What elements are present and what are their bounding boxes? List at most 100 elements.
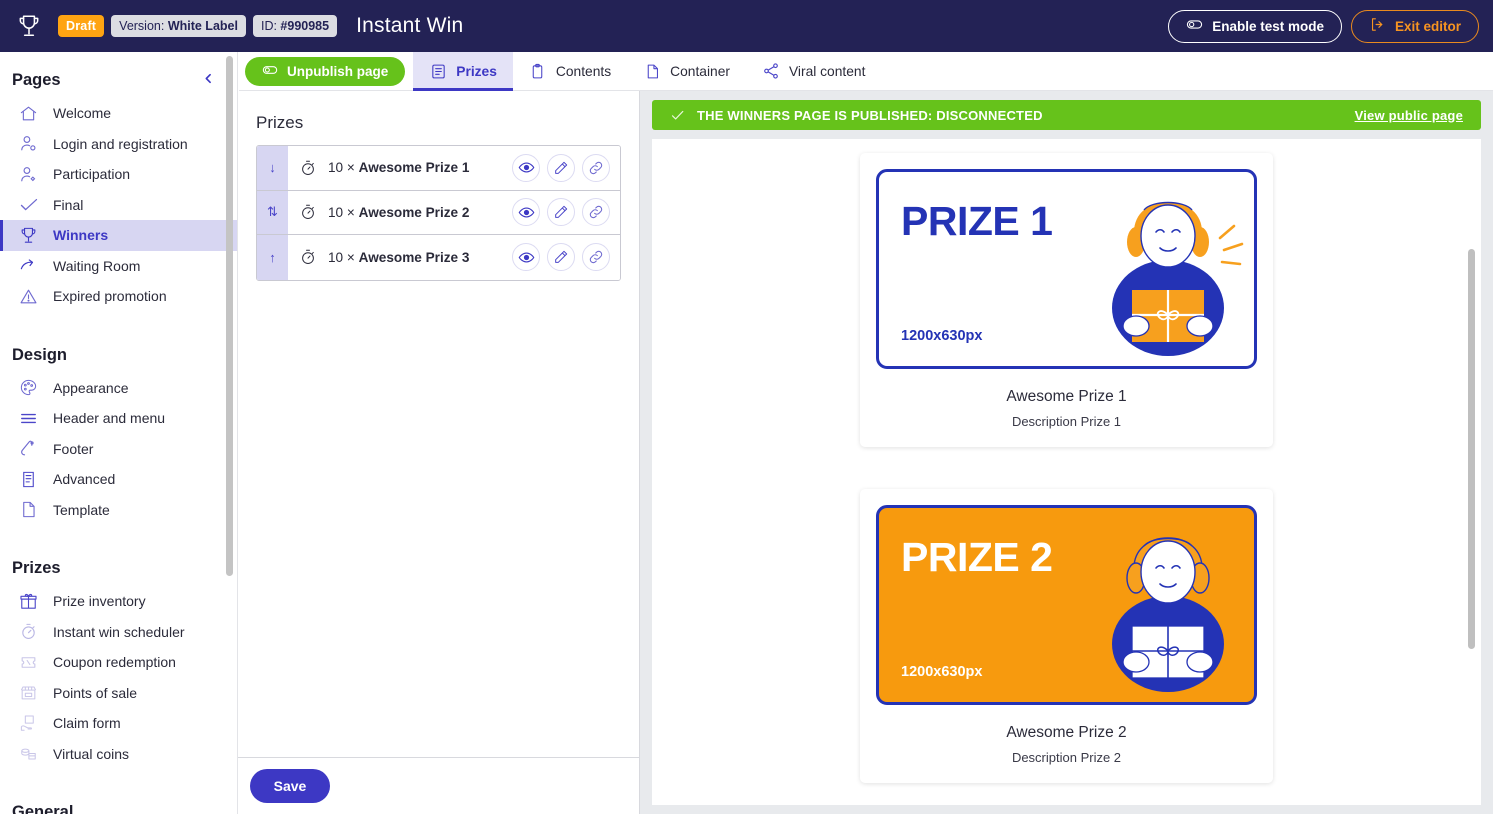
sidebar-item-welcome[interactable]: Welcome	[0, 98, 237, 129]
prize-banner-dimensions: 1200x630px	[901, 664, 983, 680]
sidebar-section-label: Pages	[12, 70, 61, 89]
sidebar-item-template[interactable]: Template	[0, 495, 237, 526]
hand-form-icon	[18, 713, 39, 734]
sidebar-scrollbar-thumb[interactable]	[226, 56, 233, 576]
edit-prize-button[interactable]	[547, 243, 575, 272]
version-value: White Label	[167, 19, 238, 33]
unpublish-page-button[interactable]: Unpublish page	[245, 56, 406, 86]
footer-icon	[18, 438, 39, 459]
exit-editor-button[interactable]: Exit editor	[1350, 9, 1479, 43]
preview-prize-button[interactable]	[512, 153, 540, 182]
table-row[interactable]: ⇅ 10 × Awesome Prize 2	[257, 190, 620, 235]
sidebar-item-expired-promotion[interactable]: Expired promotion	[0, 281, 237, 312]
prize-quantity: 10	[328, 249, 344, 265]
link-prize-button[interactable]	[582, 198, 610, 227]
draft-badge: Draft	[58, 15, 105, 37]
sidebar-item-waiting-room[interactable]: Waiting Room	[0, 251, 237, 282]
preview-prize-button[interactable]	[512, 243, 540, 272]
user-login-icon	[18, 133, 39, 154]
sidebar-item-coupon-redemption[interactable]: Coupon redemption	[0, 647, 237, 678]
sidebar-item-appearance[interactable]: Appearance	[0, 373, 237, 404]
sidebar-scroll-area: Pages Welcome Login and registration Par…	[0, 52, 237, 814]
tab-contents[interactable]: Contents	[513, 52, 627, 91]
row-actions	[512, 243, 620, 272]
chevron-left-icon[interactable]	[202, 70, 223, 90]
tab-container-label: Container	[670, 63, 730, 79]
tab-viral-content[interactable]: Viral content	[746, 52, 881, 91]
document-code-icon	[18, 469, 39, 490]
tab-prizes[interactable]: Prizes	[413, 51, 513, 91]
tab-viral-content-label: Viral content	[788, 63, 866, 79]
preview-prize-button[interactable]	[512, 198, 540, 227]
trophy-icon	[18, 225, 39, 246]
sidebar-item-label: Final	[53, 196, 84, 213]
sidebar-item-label: Footer	[53, 440, 94, 457]
page-icon	[18, 499, 39, 520]
edit-prize-button[interactable]	[547, 153, 575, 182]
stopwatch-icon	[299, 203, 318, 222]
table-row[interactable]: ↑ 10 × Awesome Prize 3	[257, 235, 620, 280]
sidebar-item-prize-inventory[interactable]: Prize inventory	[0, 586, 237, 617]
prize-separator: ×	[343, 249, 359, 265]
save-button[interactable]: Save	[250, 769, 330, 803]
tab-contents-label: Contents	[555, 63, 612, 79]
main-body: Pages Welcome Login and registration Par…	[0, 52, 1493, 814]
sidebar-item-winners[interactable]: Winners	[0, 220, 237, 251]
arrow-up-icon[interactable]: ↑	[257, 235, 288, 280]
prize-card-title: Awesome Prize 2	[1006, 724, 1127, 741]
sidebar-item-label: Prize inventory	[53, 593, 146, 610]
exit-arrow-icon	[1369, 16, 1386, 36]
stopwatch-icon	[299, 158, 318, 177]
prizes-panel-content: Prizes ↓ 10 × Awesome Prize 1 ⇅ 10 × Awe…	[238, 91, 639, 757]
preview-scroll-area: PRIZE 1 1200x630px Awesome Prize 1 Descr…	[652, 139, 1481, 805]
sidebar-item-label: Coupon redemption	[53, 654, 176, 671]
prize-card-title: Awesome Prize 1	[1006, 388, 1127, 405]
sidebar-section-label: Prizes	[12, 559, 61, 577]
sidebar-section-pages-title: Pages	[0, 52, 237, 98]
sidebar-item-virtual-coins[interactable]: Virtual coins	[0, 739, 237, 770]
sidebar-item-login-and-registration[interactable]: Login and registration	[0, 129, 237, 160]
exit-editor-label: Exit editor	[1394, 18, 1461, 34]
list-item[interactable]: PRIZE 1 1200x630px Awesome Prize 1 Descr…	[860, 153, 1273, 447]
prize-quantity: 10	[328, 204, 344, 220]
unpublish-page-label: Unpublish page	[287, 63, 389, 79]
check-icon	[670, 108, 685, 123]
list-item[interactable]: PRIZE 2 1200x630px Awesome Prize 2 Descr…	[860, 489, 1273, 783]
editor-tabbar: Unpublish page Prizes Contents Container…	[239, 51, 1493, 91]
sidebar-item-header-and-menu[interactable]: Header and menu	[0, 403, 237, 434]
sidebar-item-label: Claim form	[53, 715, 121, 732]
sidebar-item-points-of-sale[interactable]: Points of sale	[0, 678, 237, 709]
arrow-up-down-icon[interactable]: ⇅	[257, 190, 288, 234]
preview-scrollbar[interactable]	[1468, 139, 1478, 805]
warning-triangle-icon	[18, 286, 39, 307]
preview-scrollbar-thumb[interactable]	[1468, 249, 1475, 649]
prize-row-label: 10 × Awesome Prize 1	[328, 160, 469, 175]
sidebar-item-advanced[interactable]: Advanced	[0, 464, 237, 495]
sidebar-item-claim-form[interactable]: Claim form	[0, 708, 237, 739]
view-public-page-link[interactable]: View public page	[1355, 108, 1463, 123]
prize-list: ↓ 10 × Awesome Prize 1 ⇅ 10 × Awesome Pr…	[256, 145, 621, 281]
edit-prize-button[interactable]	[547, 198, 575, 227]
tab-container[interactable]: Container	[627, 52, 746, 91]
id-prefix: ID:	[260, 19, 281, 33]
publish-status-text: THE WINNERS PAGE IS PUBLISHED: DISCONNEC…	[697, 107, 1043, 123]
link-prize-button[interactable]	[582, 243, 610, 272]
sidebar-item-footer[interactable]: Footer	[0, 434, 237, 465]
id-value: #990985	[280, 19, 330, 33]
sidebar-section-label: General	[12, 803, 74, 814]
app-root: Draft Version: White Label ID: #990985 I…	[0, 0, 1493, 814]
table-row[interactable]: ↓ 10 × Awesome Prize 1	[257, 146, 620, 191]
sidebar-item-instant-win-scheduler[interactable]: Instant win scheduler	[0, 617, 237, 648]
prize-name: Awesome Prize 1	[358, 160, 470, 176]
preview-pane: THE WINNERS PAGE IS PUBLISHED: DISCONNEC…	[640, 52, 1493, 814]
enable-test-mode-button[interactable]: Enable test mode	[1168, 9, 1342, 43]
sidebar-item-final[interactable]: Final	[0, 190, 237, 221]
sidebar-item-participation[interactable]: Participation	[0, 159, 237, 190]
sidebar-scrollbar[interactable]	[226, 52, 235, 814]
preview-stage: PRIZE 1 1200x630px Awesome Prize 1 Descr…	[652, 139, 1481, 805]
arrow-down-icon[interactable]: ↓	[257, 146, 288, 190]
prize-card-description: Description Prize 1	[1011, 414, 1122, 429]
sidebar-item-label: Login and registration	[53, 135, 188, 152]
link-prize-button[interactable]	[582, 153, 610, 182]
